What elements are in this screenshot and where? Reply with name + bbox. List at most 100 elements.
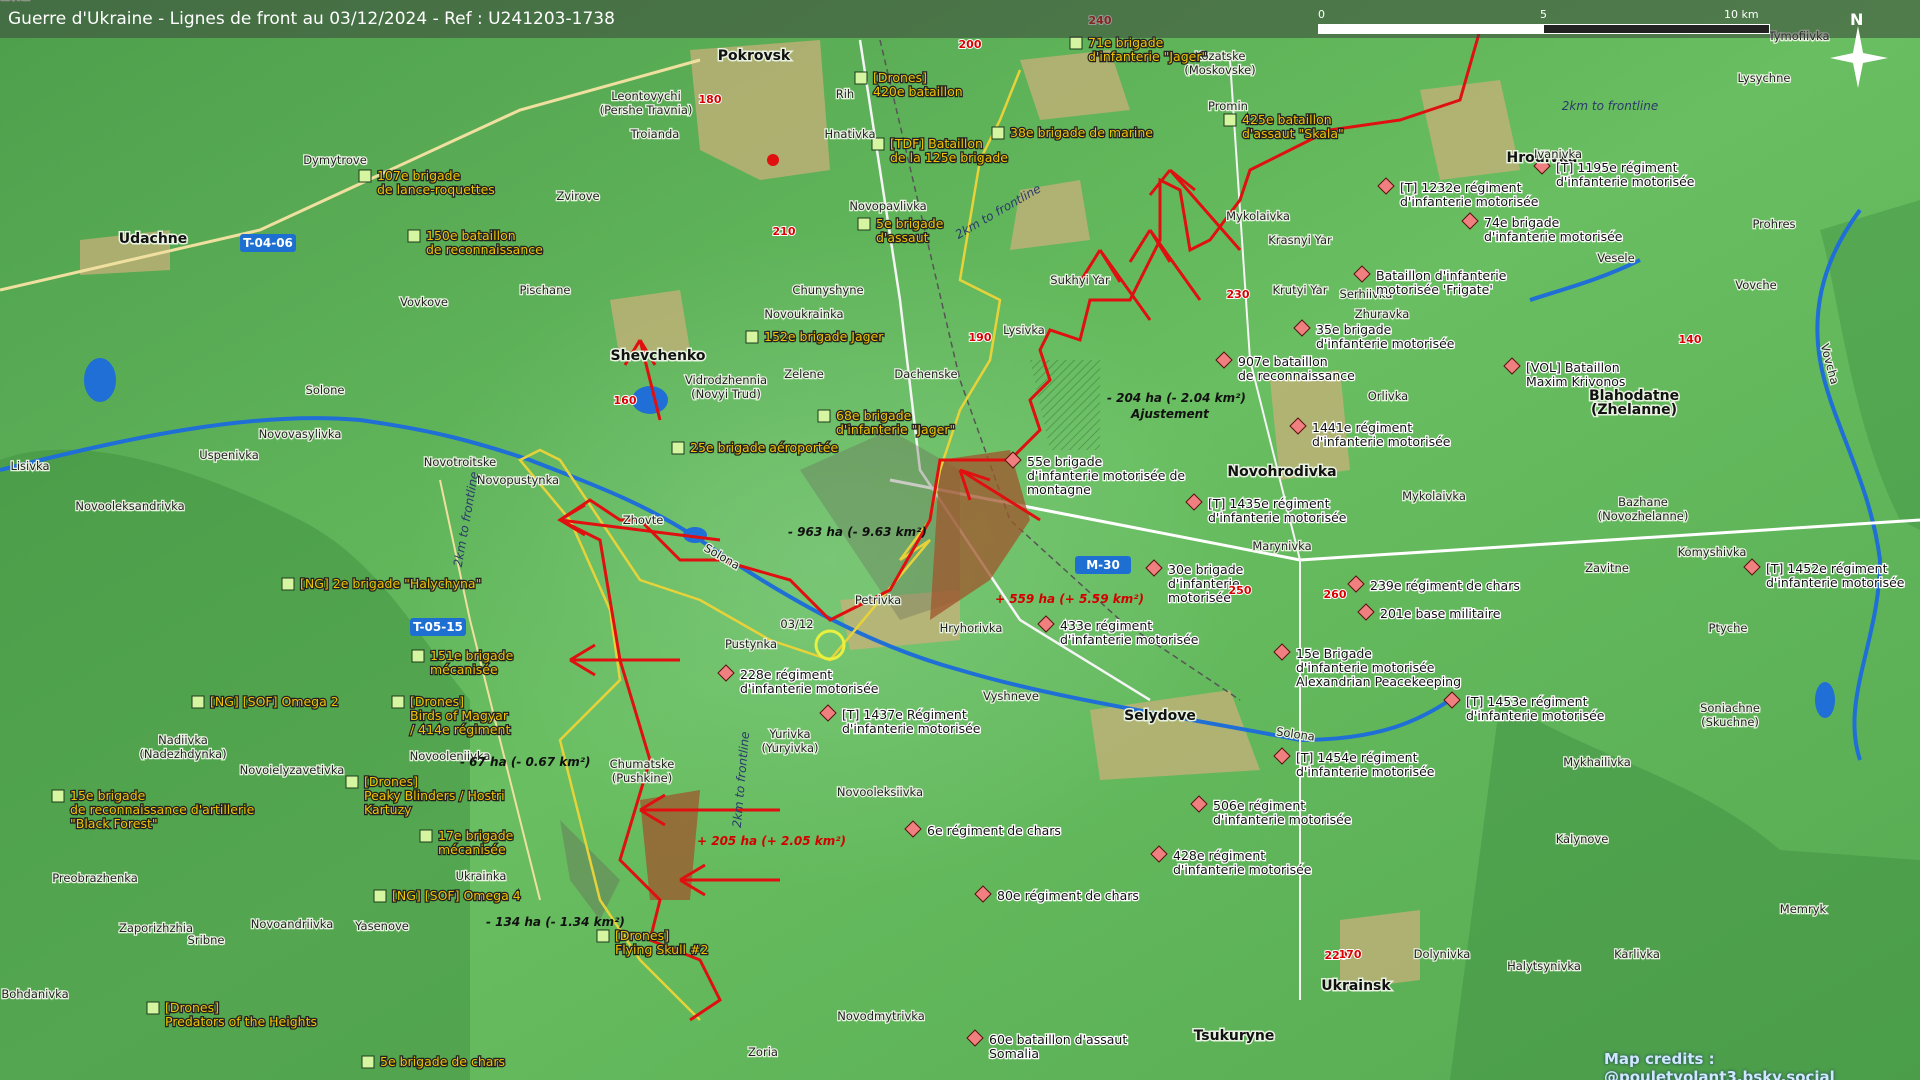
scale-bar: 0 5 10 km: [1318, 8, 1770, 36]
place-label: Vyshneve: [983, 689, 1039, 703]
ua-unit-symbol[interactable]: [281, 577, 295, 591]
place-label: Dymytrove: [303, 153, 367, 167]
place-label: Novoielyzavetivka: [240, 763, 345, 777]
place-label: Novovasylivka: [259, 427, 342, 441]
ru-unit-label: 80e régiment de chars: [997, 888, 1139, 903]
ua-unit-symbol[interactable]: [358, 169, 372, 183]
town-label: Novohrodivka: [1227, 464, 1336, 480]
place-label: Ivanivka: [1534, 147, 1582, 161]
place-label: Zelene: [784, 367, 824, 381]
ua-unit-symbol[interactable]: [671, 441, 685, 455]
ua-unit-symbol[interactable]: [373, 889, 387, 903]
north-label: N: [1850, 10, 1863, 29]
place-label: Uspenivka: [199, 448, 259, 462]
ua-unit-symbol[interactable]: [596, 929, 610, 943]
place-label: Karlivka: [1614, 947, 1660, 961]
place-label: Pustynka: [725, 637, 777, 651]
town-label: Udachne: [119, 231, 188, 247]
place-label: Sukhyi Yar: [1050, 273, 1110, 287]
ua-unit-symbol[interactable]: [854, 71, 868, 85]
ua-unit-symbol[interactable]: [51, 789, 65, 803]
ua-unit-symbol[interactable]: [817, 409, 831, 423]
place-label: Yasenove: [354, 919, 409, 933]
place-label: Vidrodzhennia (Novyi Trud): [685, 373, 767, 401]
place-label: Dolynivka: [1414, 947, 1471, 961]
road-number-label: 250: [1229, 584, 1252, 597]
town-label: Pokrovsk: [718, 48, 791, 64]
place-label: Kalynove: [1556, 832, 1609, 846]
place-label: Preobrazhenka: [52, 871, 138, 885]
ua-unit-symbol[interactable]: [1223, 113, 1237, 127]
place-label: Zhuravka: [1355, 307, 1410, 321]
place-label: Hnativka: [825, 127, 876, 141]
town-label: Selydove: [1124, 708, 1196, 724]
scale-zero: 0: [1318, 8, 1325, 21]
place-label: Mykolaivka: [1226, 209, 1290, 223]
ua-unit-symbol[interactable]: [361, 1055, 375, 1069]
ua-unit-label: 425e bataillon d'assaut "Skala": [1242, 112, 1344, 141]
place-label: Orlivka: [1368, 389, 1408, 403]
place-label: Sribne: [188, 933, 225, 947]
ru-unit-label: [T] 1195e régiment d'infanterie motorisée: [1556, 160, 1695, 189]
place-label: Zaporizhzhia: [119, 921, 193, 935]
front-line-map[interactable]: PokrovskUdachneShevchenkoHrodivkaNovohro…: [0, 0, 1920, 1080]
ua-unit-symbol[interactable]: [345, 775, 359, 789]
ua-unit-label: 25e brigade aéroportée: [690, 440, 838, 455]
place-label: Novodmytrivka: [837, 1009, 925, 1023]
place-label: Ptyche: [1709, 621, 1748, 635]
place-label: Rih: [836, 87, 854, 101]
ua-unit-symbol[interactable]: [146, 1001, 160, 1015]
place-label: Chumatske (Pushkine): [610, 757, 675, 785]
direction-label: 2km to frontline: [1562, 99, 1658, 113]
place-label: Veselе: [1597, 251, 1634, 265]
place-label: Ukrainka: [456, 869, 507, 883]
ua-unit-symbol[interactable]: [391, 695, 405, 709]
road-sign-label: M-30: [1086, 558, 1120, 572]
place-label: Solone: [306, 383, 345, 397]
ua-unit-symbol[interactable]: [991, 126, 1005, 140]
place-label: Lysychne: [1738, 71, 1791, 85]
place-label: Bohdanivka: [1, 987, 68, 1001]
ua-unit-label: 17e brigade mécanisée: [438, 828, 514, 857]
red-point-marker: [767, 154, 779, 166]
place-label: Promin: [1208, 99, 1248, 113]
road-number-label: 230: [1227, 288, 1250, 301]
place-label: Vovche: [1735, 278, 1777, 292]
ua-unit-symbol[interactable]: [191, 695, 205, 709]
road-number-label: 260: [1324, 588, 1347, 601]
place-label: Krasnyi Yar: [1268, 233, 1332, 247]
ua-unit-label: 5e brigade de chars: [380, 1054, 505, 1069]
road-number-label: 210: [773, 225, 796, 238]
scale-five: 5: [1540, 8, 1547, 21]
place-label: Chunyshyne: [792, 283, 863, 297]
ru-unit-label: [T] 1453e régiment d'infanterie motorisée: [1466, 694, 1605, 723]
north-arrow-icon: N: [1808, 8, 1908, 108]
place-label: Dachenske: [894, 367, 957, 381]
road-number-label: 200: [959, 38, 982, 51]
town-label: Ukrainsk: [1321, 978, 1391, 994]
place-label: Prohres: [1752, 217, 1795, 231]
place-label: Novotroitske: [424, 455, 497, 469]
place-label: Novopustynka: [477, 473, 559, 487]
ru-unit-label: [T] 1454e régiment d'infanterie motorisée: [1296, 750, 1435, 779]
place-label: Zavitne: [1585, 561, 1629, 575]
place-label: Novoukrainka: [764, 307, 843, 321]
place-label: Novopavlivka: [849, 199, 926, 213]
ua-unit-label: 152e brigade Jager: [764, 329, 884, 344]
ua-unit-symbol[interactable]: [857, 217, 871, 231]
ua-unit-symbol[interactable]: [411, 649, 425, 663]
ua-unit-symbol[interactable]: [407, 229, 421, 243]
ua-unit-symbol[interactable]: [419, 829, 433, 843]
area-change-label: + 559 ha (+ 5.59 km²): [995, 592, 1144, 606]
ua-unit-symbol[interactable]: [1069, 36, 1083, 50]
place-label: Mykolaivka: [1402, 489, 1466, 503]
area-change-label: - 67 ha (- 0.67 km²): [460, 755, 591, 769]
road-number-label: 180: [699, 93, 722, 106]
place-label: Petrivka: [855, 593, 901, 607]
ru-unit-label: 6e régiment de chars: [927, 823, 1061, 838]
ua-unit-symbol[interactable]: [745, 330, 759, 344]
place-label: Novooleksandrivka: [75, 499, 184, 513]
ru-unit-label: [T] 1452e régiment d'infanterie motorisée: [1766, 561, 1905, 590]
scale-bar-graphic: [1318, 24, 1770, 34]
ru-unit-label: [T] 1437e Régiment d'infanterie motorisée: [842, 707, 981, 736]
